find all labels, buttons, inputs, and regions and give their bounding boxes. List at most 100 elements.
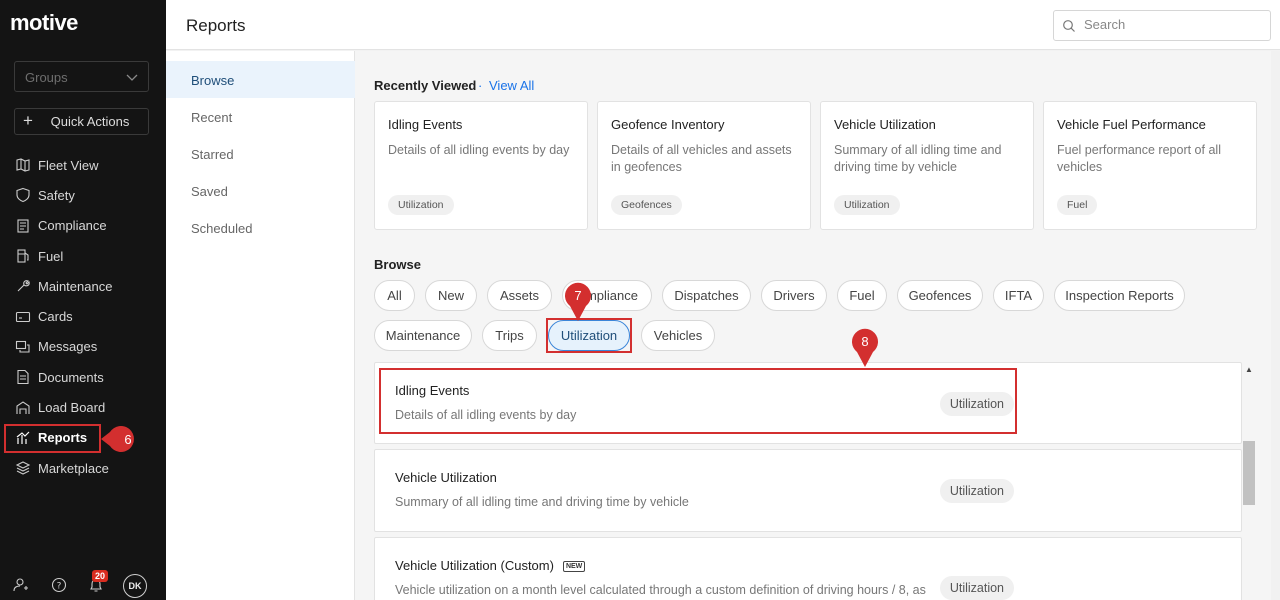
sidebar-item-documents[interactable]: Documents [0,362,166,392]
subnav-scheduled[interactable]: Scheduled [166,209,355,246]
chip-vehicles[interactable]: Vehicles [641,320,715,351]
chip-assets[interactable]: Assets [487,280,552,311]
reports-subnav: Browse Recent Starred Saved Scheduled [166,51,355,600]
sidebar-item-fuel[interactable]: Fuel [0,241,166,271]
report-description: Vehicle utilization on a month level cal… [395,583,926,597]
report-title-text: Vehicle Utilization (Custom) [395,558,554,573]
page-title: Reports [186,16,246,35]
card-icon [15,311,31,322]
page-header: Reports [166,0,1280,50]
sidebar-item-label: Safety [38,187,75,203]
sidebar-item-messages[interactable]: Messages [0,332,166,362]
wrench-icon [17,280,30,292]
highlight-utilization-chip [546,318,632,353]
recent-card[interactable]: Vehicle Fuel Performance Fuel performanc… [1043,101,1257,230]
sidebar-item-maintenance[interactable]: Maintenance [0,271,166,301]
subnav-saved[interactable]: Saved [166,172,355,209]
step-7-marker: 7 [565,282,591,321]
notification-badge: 20 [92,570,109,582]
step-8-marker: 8 [852,328,878,367]
recently-viewed-title: Recently Viewed [374,78,477,93]
sidebar-item-safety[interactable]: Safety [0,180,166,210]
sidebar-item-label: Marketplace [38,460,109,476]
sidebar-item-compliance[interactable]: Compliance [0,211,166,241]
chip-inspection-reports[interactable]: Inspection Reports [1054,280,1185,311]
user-settings-icon[interactable] [12,576,30,594]
document-icon [17,219,29,233]
chip-geofences[interactable]: Geofences [897,280,983,311]
chip-dispatches[interactable]: Dispatches [662,280,751,311]
subnav-recent[interactable]: Recent [166,98,355,135]
chip-new[interactable]: New [425,280,477,311]
sidebar: motive Groups + Quick Actions Fleet View… [0,0,166,600]
recent-card[interactable]: Geofence Inventory Details of all vehicl… [597,101,811,230]
chip-all[interactable]: All [374,280,415,311]
chip-maintenance[interactable]: Maintenance [374,320,472,351]
card-description: Summary of all idling time and driving t… [834,143,1002,174]
report-row[interactable]: Vehicle Utilization (Custom) NEW Vehicle … [374,537,1242,600]
subnav-starred[interactable]: Starred [166,135,355,172]
report-row[interactable]: Vehicle Utilization Summary of all idlin… [374,449,1242,532]
separator-dot: · [478,78,483,93]
chip-ifta[interactable]: IFTA [993,280,1044,311]
card-tag: Utilization [388,195,454,215]
card-tag: Geofences [611,195,682,215]
groups-placeholder: Groups [25,70,68,85]
new-badge: NEW [562,561,586,573]
chevron-down-icon [126,74,138,81]
browse-title: Browse [374,257,421,272]
step-7-label: 7 [574,288,581,303]
quick-actions-label: Quick Actions [50,114,130,129]
sidebar-item-label: Cards [38,309,73,325]
sidebar-item-label: Documents [38,369,104,385]
recent-card[interactable]: Idling Events Details of all idling even… [374,101,588,230]
card-description: Fuel performance report of all vehicles [1057,143,1221,174]
motive-logo[interactable]: motive [10,10,78,36]
list-scrollbar-thumb[interactable] [1243,441,1255,505]
sidebar-item-label: Compliance [38,218,107,234]
sidebar-item-cards[interactable]: Cards [0,301,166,331]
card-title: Geofence Inventory [611,117,725,132]
card-title: Vehicle Utilization [834,117,936,132]
sidebar-item-load-board[interactable]: Load Board [0,392,166,422]
highlight-idling-events-row [379,368,1017,434]
avatar[interactable]: DK [123,574,147,598]
search-box[interactable] [1053,10,1271,41]
sidebar-item-fleet-view[interactable]: Fleet View [0,150,166,180]
marketplace-icon [15,461,31,475]
card-title: Idling Events [388,117,463,132]
report-title: Vehicle Utilization (Custom) NEW [395,558,586,573]
sidebar-item-label: Fleet View [38,157,99,173]
recent-card[interactable]: Vehicle Utilization Summary of all idlin… [820,101,1034,230]
sidebar-item-marketplace[interactable]: Marketplace [0,453,166,483]
report-title: Vehicle Utilization [395,470,497,485]
highlight-reports-nav [4,424,101,453]
view-all-link[interactable]: View All [489,78,534,93]
fuel-icon [17,249,29,263]
sidebar-item-label: Maintenance [38,278,113,294]
scroll-up-icon[interactable]: ▲ [1245,365,1253,374]
shield-icon [16,188,30,203]
step-6-marker: 6 [101,426,134,452]
card-description: Details of all vehicles and assets in ge… [611,143,792,174]
subnav-browse[interactable]: Browse [166,61,355,98]
quick-actions-button[interactable]: + Quick Actions [14,108,149,135]
chip-trips[interactable]: Trips [482,320,537,351]
search-input[interactable] [1084,17,1264,32]
sidebar-footer: ? 20 DK [0,570,166,600]
messages-icon [15,340,30,353]
svg-text:?: ? [57,582,62,592]
chip-fuel[interactable]: Fuel [837,280,887,311]
card-tag: Utilization [834,195,900,215]
page-scrollbar[interactable] [1271,51,1280,600]
help-icon[interactable]: ? [50,576,68,594]
main-content: Recently Viewed · View All Idling Events… [355,51,1280,600]
search-icon [1063,20,1075,32]
groups-select[interactable]: Groups [14,61,149,92]
report-description: Summary of all idling time and driving t… [395,495,689,509]
report-tag: Utilization [939,479,1014,503]
plus-icon: + [23,111,33,130]
card-tag: Fuel [1057,195,1098,215]
chip-drivers[interactable]: Drivers [761,280,827,311]
step-8-label: 8 [861,334,868,349]
